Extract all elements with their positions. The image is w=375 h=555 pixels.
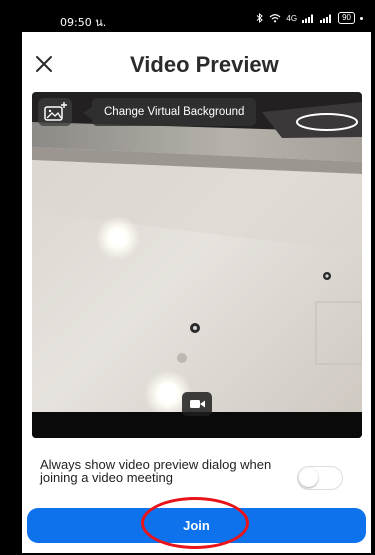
tooltip-arrow (83, 107, 92, 119)
status-time: 09:50 น. (60, 16, 107, 29)
header: Video Preview (22, 32, 371, 92)
camera-feed-image (32, 92, 362, 412)
signal-icon (302, 14, 314, 23)
video-camera-icon (190, 400, 205, 408)
page-title: Video Preview (130, 52, 279, 77)
close-button[interactable] (32, 52, 56, 76)
status-bar: 09:50 น. 4G 90 (22, 6, 371, 32)
video-preview: Change Virtual Background (32, 92, 362, 438)
join-button[interactable]: Join (27, 508, 366, 543)
join-button-label: Join (183, 518, 210, 533)
status-icons: 4G 90 (256, 12, 363, 24)
camera-feed (32, 92, 362, 412)
virtual-background-button[interactable] (38, 98, 72, 126)
phone-screen: 09:50 น. 4G 90 Video Preview Change Virt… (22, 6, 371, 553)
always-show-preview-toggle[interactable] (297, 466, 343, 490)
wifi-icon (270, 14, 281, 23)
close-icon (36, 56, 52, 72)
notification-dot (360, 16, 363, 20)
always-show-preview-label: Always show video preview dialog when jo… (40, 457, 272, 485)
video-toggle-button[interactable] (182, 392, 212, 416)
battery-icon: 90 (338, 12, 355, 24)
network-type-label: 4G (286, 13, 298, 23)
toggle-knob (299, 468, 318, 487)
signal-icon-2 (320, 14, 332, 23)
image-add-icon (44, 102, 67, 121)
virtual-background-tooltip: Change Virtual Background (92, 98, 257, 126)
bluetooth-icon (257, 13, 264, 23)
